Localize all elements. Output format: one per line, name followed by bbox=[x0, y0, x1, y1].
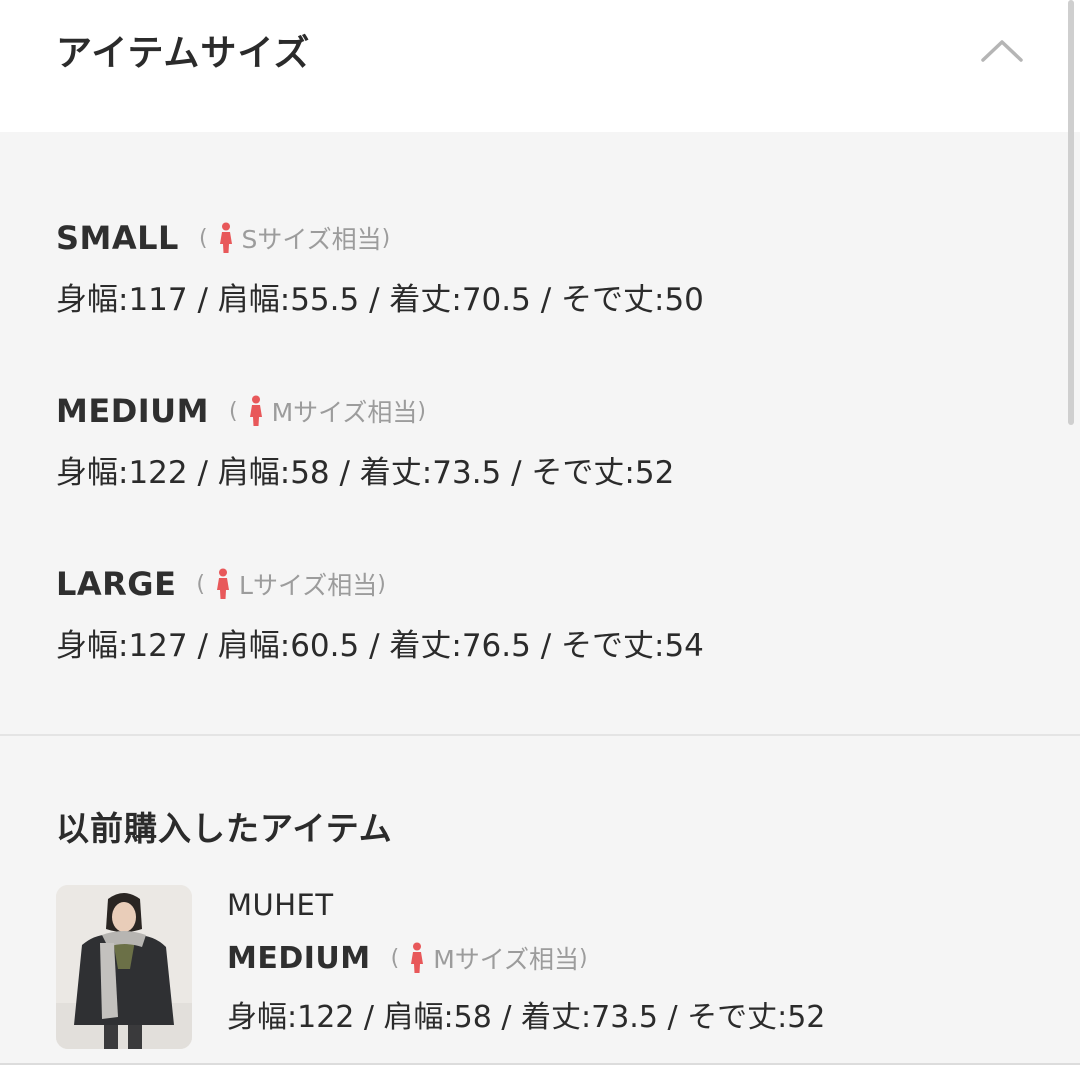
woman-figure-icon bbox=[217, 568, 230, 599]
size-name: MEDIUM bbox=[227, 940, 371, 976]
scrollbar[interactable] bbox=[1068, 0, 1074, 425]
size-entry-medium: MEDIUM ( Mサイズ相当 ) 身幅:122 / 肩幅:58 / 着丈:73… bbox=[56, 391, 674, 492]
woman-figure-icon bbox=[411, 942, 424, 973]
size-measurements: 身幅:122 / 肩幅:58 / 着丈:73.5 / そで丈:52 bbox=[56, 455, 675, 491]
product-thumbnail[interactable] bbox=[56, 885, 192, 1049]
size-equivalent: ( Sサイズ相当 ) bbox=[199, 220, 390, 256]
size-equivalent: ( Mサイズ相当 ) bbox=[229, 393, 426, 429]
size-equivalent: ( Mサイズ相当 ) bbox=[391, 940, 588, 976]
previous-purchase-title: 以前購入したアイテム bbox=[56, 809, 393, 848]
chevron-up-icon bbox=[981, 40, 1023, 62]
size-entry-large: LARGE ( Lサイズ相当 ) 身幅:127 / 肩幅:60.5 / 着丈:7… bbox=[56, 564, 704, 665]
product-photo bbox=[56, 885, 192, 1049]
size-entry-small: SMALL ( Sサイズ相当 ) 身幅:117 / 肩幅:55.5 / 着丈:7… bbox=[56, 218, 704, 319]
brand-name: MUHET bbox=[227, 888, 334, 922]
section-title: アイテムサイズ bbox=[56, 33, 311, 74]
size-measurements: 身幅:127 / 肩幅:60.5 / 着丈:76.5 / そで丈:54 bbox=[56, 628, 704, 664]
size-equivalent: ( Lサイズ相当 ) bbox=[196, 566, 386, 602]
size-measurements: 身幅:122 / 肩幅:58 / 着丈:73.5 / そで丈:52 bbox=[227, 1000, 826, 1035]
size-name: SMALL bbox=[56, 219, 179, 257]
woman-figure-icon bbox=[249, 395, 262, 426]
collapse-button[interactable] bbox=[970, 22, 1034, 78]
size-name: LARGE bbox=[56, 565, 177, 603]
woman-figure-icon bbox=[219, 222, 232, 253]
size-measurements: 身幅:117 / 肩幅:55.5 / 着丈:70.5 / そで丈:50 bbox=[56, 282, 704, 318]
item-size-header[interactable]: アイテムサイズ bbox=[0, 0, 1080, 132]
section-divider bbox=[0, 734, 1080, 736]
size-name: MEDIUM bbox=[56, 392, 209, 430]
previous-item-info: MUHET MEDIUM ( Mサイズ相当 ) 身幅:122 / 肩幅:58 /… bbox=[227, 888, 825, 1036]
